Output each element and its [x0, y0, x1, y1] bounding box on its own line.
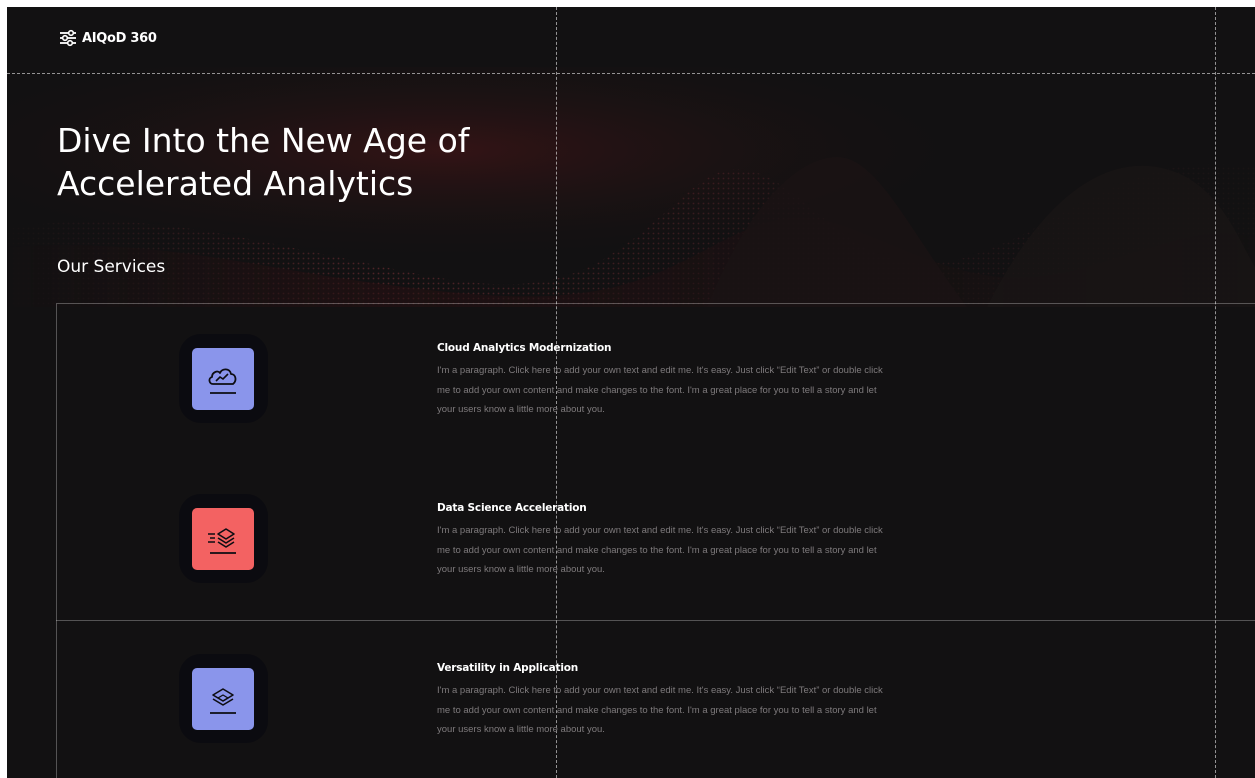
site-header: AIQoD 360: [7, 7, 1255, 74]
service-title: Data Science Acceleration: [437, 502, 587, 514]
service-description: I'm a paragraph. Click here to add your …: [437, 685, 883, 735]
hero-title-line: Accelerated Analytics: [57, 164, 414, 203]
service-title: Versatility in Application: [437, 662, 579, 674]
service-description: I'm a paragraph. Click here to add your …: [437, 525, 883, 575]
site-logo[interactable]: AIQoD 360: [59, 29, 157, 47]
cloud-chart-icon: [192, 348, 254, 410]
stacked-layers-icon: [192, 668, 254, 730]
sliders-icon: [60, 29, 76, 47]
service-title: Cloud Analytics Modernization: [437, 342, 612, 354]
service-item-cloud-analytics: Cloud Analytics Modernization I'm a para…: [7, 334, 1255, 474]
logo-text: AIQoD 360: [82, 30, 157, 46]
page: AIQoD 360 Dive Into the New Age of Accel…: [7, 7, 1255, 778]
services-heading: Our Services: [57, 257, 166, 277]
service-item-versatility: Versatility in Application I'm a paragra…: [7, 654, 1255, 778]
hero-title: Dive Into the New Age of Accelerated Ana…: [57, 119, 597, 205]
service-description: I'm a paragraph. Click here to add your …: [437, 365, 883, 415]
service-item-data-science: Data Science Acceleration I'm a paragrap…: [7, 494, 1255, 634]
layers-speed-icon: [192, 508, 254, 570]
hero-title-line: Dive Into the New Age of: [57, 121, 470, 160]
